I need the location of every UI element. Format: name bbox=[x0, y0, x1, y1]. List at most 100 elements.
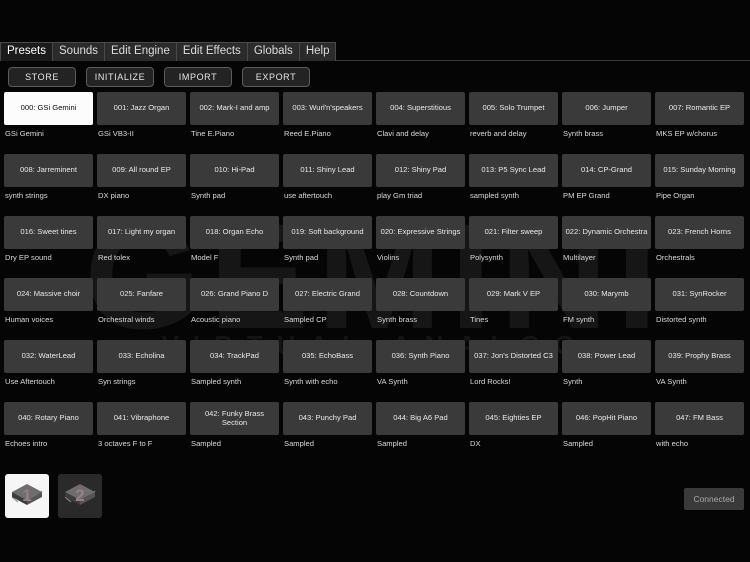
bank-button-2[interactable]: 2 bbox=[58, 474, 102, 518]
preset-button[interactable]: 046: PopHit Piano bbox=[562, 402, 651, 435]
preset-button[interactable]: 010: Hi-Pad bbox=[190, 154, 279, 187]
preset-button[interactable]: 005: Solo Trumpet bbox=[469, 92, 558, 125]
preset-button[interactable]: 047: FM Bass bbox=[655, 402, 744, 435]
preset-description: Sampled bbox=[377, 439, 407, 448]
preset-button[interactable]: 045: Eighties EP bbox=[469, 402, 558, 435]
store-button[interactable]: STORE bbox=[8, 67, 76, 87]
preset-cell: 018: Organ Echo Model F bbox=[190, 216, 279, 278]
preset-cell: 027: Electric Grand Sampled CP bbox=[283, 278, 372, 340]
preset-cell: 043: Punchy Pad Sampled bbox=[283, 402, 372, 464]
preset-description: Reed E.Piano bbox=[284, 129, 331, 138]
preset-button[interactable]: 040: Rotary Piano bbox=[4, 402, 93, 435]
preset-cell: 021: Filter sweep Polysynth bbox=[469, 216, 558, 278]
preset-button[interactable]: 025: Fanfare bbox=[97, 278, 186, 311]
preset-cell: 020: Expressive Strings Violins bbox=[376, 216, 465, 278]
preset-button[interactable]: 021: Filter sweep bbox=[469, 216, 558, 249]
preset-button[interactable]: 004: Superstitious bbox=[376, 92, 465, 125]
preset-button[interactable]: 011: Shiny Lead bbox=[283, 154, 372, 187]
preset-button[interactable]: 015: Sunday Morning bbox=[655, 154, 744, 187]
initialize-button[interactable]: INITIALIZE bbox=[86, 67, 154, 87]
preset-button[interactable]: 030: Marymb bbox=[562, 278, 651, 311]
preset-cell: 006: Jumper Synth brass bbox=[562, 92, 651, 154]
preset-button[interactable]: 012: Shiny Pad bbox=[376, 154, 465, 187]
import-button[interactable]: IMPORT bbox=[164, 67, 232, 87]
preset-button[interactable]: 039: Prophy Brass bbox=[655, 340, 744, 373]
preset-button[interactable]: 003: Wurl'n'speakers bbox=[283, 92, 372, 125]
preset-cell: 032: WaterLead Use Aftertouch bbox=[4, 340, 93, 402]
preset-description: Human voices bbox=[5, 315, 54, 324]
preset-description: Clavi and delay bbox=[377, 129, 429, 138]
preset-button[interactable]: 013: P5 Sync Lead bbox=[469, 154, 558, 187]
preset-cell: 029: Mark V EP Tines bbox=[469, 278, 558, 340]
preset-button[interactable]: 038: Power Lead bbox=[562, 340, 651, 373]
preset-cell: 012: Shiny Pad play Gm triad bbox=[376, 154, 465, 216]
preset-description: VA Synth bbox=[656, 377, 687, 386]
preset-button[interactable]: 007: Romantic EP bbox=[655, 92, 744, 125]
connection-status-button[interactable]: Connected bbox=[684, 488, 744, 510]
tab-help[interactable]: Help bbox=[298, 42, 337, 61]
preset-button[interactable]: 028: Countdown bbox=[376, 278, 465, 311]
preset-button[interactable]: 018: Organ Echo bbox=[190, 216, 279, 249]
preset-description: Orchestrals bbox=[656, 253, 695, 262]
preset-description: Synth with echo bbox=[284, 377, 338, 386]
preset-button[interactable]: 023: French Horns bbox=[655, 216, 744, 249]
tab-edit-effects[interactable]: Edit Effects bbox=[175, 42, 247, 61]
preset-description: play Gm triad bbox=[377, 191, 423, 200]
preset-cell: 023: French Horns Orchestrals bbox=[655, 216, 744, 278]
preset-description: Model F bbox=[191, 253, 219, 262]
preset-cell: 015: Sunday Morning Pipe Organ bbox=[655, 154, 744, 216]
preset-button[interactable]: 008: Jarreminent bbox=[4, 154, 93, 187]
preset-button[interactable]: 037: Jon's Distorted C3 bbox=[469, 340, 558, 373]
tab-globals[interactable]: Globals bbox=[246, 42, 299, 61]
preset-description: Dry EP sound bbox=[5, 253, 52, 262]
preset-button[interactable]: 020: Expressive Strings bbox=[376, 216, 465, 249]
preset-button[interactable]: 019: Soft background bbox=[283, 216, 372, 249]
preset-button[interactable]: 017: Light my organ bbox=[97, 216, 186, 249]
preset-button[interactable]: 024: Massive choir bbox=[4, 278, 93, 311]
export-button[interactable]: EXPORT bbox=[242, 67, 310, 87]
preset-button[interactable]: 041: Vibraphone bbox=[97, 402, 186, 435]
preset-button[interactable]: 009: All round EP bbox=[97, 154, 186, 187]
preset-description: Tines bbox=[470, 315, 489, 324]
preset-button[interactable]: 034: TrackPad bbox=[190, 340, 279, 373]
preset-cell: 001: Jazz Organ GSi VB3-II bbox=[97, 92, 186, 154]
preset-button[interactable]: 006: Jumper bbox=[562, 92, 651, 125]
bank-button-1[interactable]: 1 bbox=[5, 474, 49, 518]
preset-button[interactable]: 000: GSi Gemini bbox=[4, 92, 93, 125]
preset-button[interactable]: 033: Echolina bbox=[97, 340, 186, 373]
preset-button[interactable]: 032: WaterLead bbox=[4, 340, 93, 373]
preset-cell: 041: Vibraphone 3 octaves F to F bbox=[97, 402, 186, 464]
tab-sounds[interactable]: Sounds bbox=[52, 42, 105, 61]
preset-button[interactable]: 044: Big A6 Pad bbox=[376, 402, 465, 435]
preset-cell: 017: Light my organ Red tolex bbox=[97, 216, 186, 278]
preset-cell: 046: PopHit Piano Sampled bbox=[562, 402, 651, 464]
preset-button[interactable]: 042: Funky Brass Section bbox=[190, 402, 279, 435]
preset-button[interactable]: 029: Mark V EP bbox=[469, 278, 558, 311]
preset-button[interactable]: 002: Mark-I and amp bbox=[190, 92, 279, 125]
preset-cell: 042: Funky Brass Section Sampled bbox=[190, 402, 279, 464]
preset-description: Sampled CP bbox=[284, 315, 327, 324]
preset-description: reverb and delay bbox=[470, 129, 527, 138]
preset-description: Orchestral winds bbox=[98, 315, 155, 324]
preset-button[interactable]: 001: Jazz Organ bbox=[97, 92, 186, 125]
tab-presets[interactable]: Presets bbox=[0, 42, 52, 61]
preset-button[interactable]: 014: CP-Grand bbox=[562, 154, 651, 187]
preset-cell: 024: Massive choir Human voices bbox=[4, 278, 93, 340]
preset-button[interactable]: 022: Dynamic Orchestra bbox=[562, 216, 651, 249]
preset-button[interactable]: 031: SynRocker bbox=[655, 278, 744, 311]
preset-button[interactable]: 036: Synth Piano bbox=[376, 340, 465, 373]
preset-description: DX piano bbox=[98, 191, 130, 200]
preset-button[interactable]: 027: Electric Grand bbox=[283, 278, 372, 311]
preset-description: FM synth bbox=[563, 315, 595, 324]
preset-button[interactable]: 026: Grand Piano D bbox=[190, 278, 279, 311]
preset-description: use aftertouch bbox=[284, 191, 333, 200]
preset-cell: 007: Romantic EP MKS EP w/chorus bbox=[655, 92, 744, 154]
preset-cell: 011: Shiny Lead use aftertouch bbox=[283, 154, 372, 216]
preset-description: Synth bbox=[563, 377, 583, 386]
preset-button[interactable]: 043: Punchy Pad bbox=[283, 402, 372, 435]
preset-button[interactable]: 035: EchoBass bbox=[283, 340, 372, 373]
preset-description: Synth brass bbox=[563, 129, 604, 138]
tab-edit-engine[interactable]: Edit Engine bbox=[104, 42, 176, 61]
preset-button[interactable]: 016: Sweet tines bbox=[4, 216, 93, 249]
preset-description: Synth brass bbox=[377, 315, 418, 324]
